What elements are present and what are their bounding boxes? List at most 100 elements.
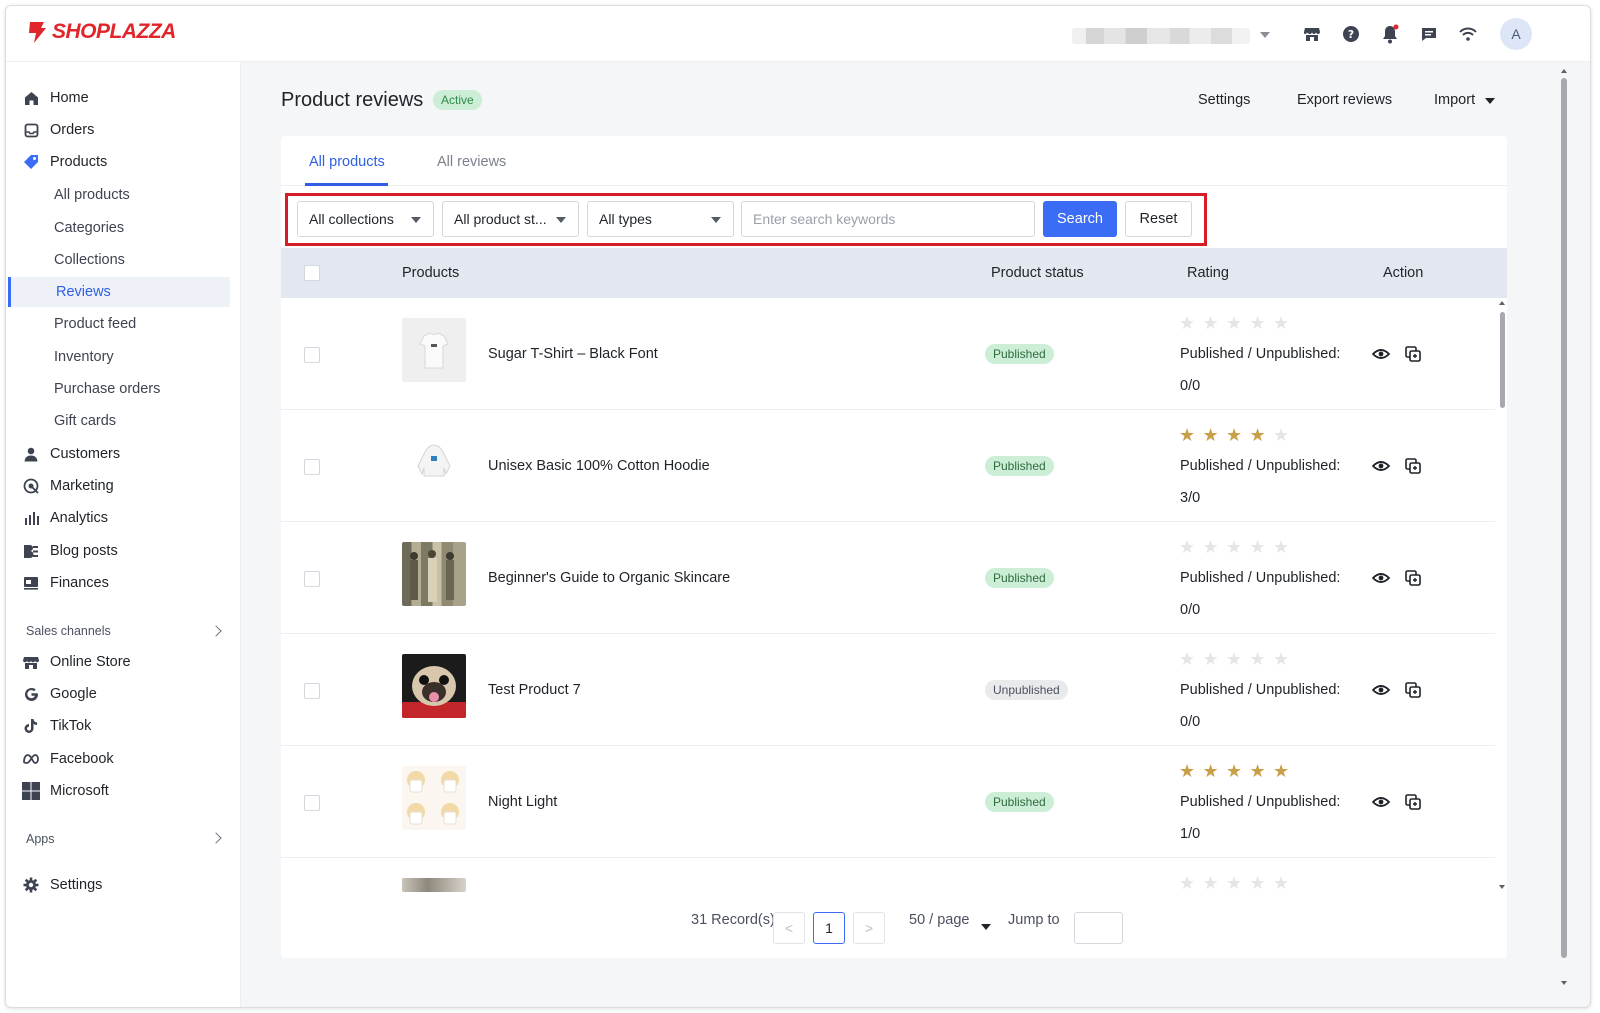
sidebar-subitem-purchase-orders[interactable]: Purchase orders <box>6 374 241 404</box>
copy-icon[interactable] <box>1403 344 1423 364</box>
tab-all-reviews[interactable]: All reviews <box>437 154 506 170</box>
export-reviews-button[interactable]: Export reviews <box>1297 92 1392 108</box>
row-checkbox[interactable] <box>304 347 320 363</box>
tiktok-icon <box>22 717 40 735</box>
rating-stars: ★ ★ ★ ★ ★ <box>1179 537 1297 557</box>
copy-icon[interactable] <box>1403 456 1423 476</box>
column-header-rating: Rating <box>1187 265 1229 281</box>
sidebar-item-marketing[interactable]: Marketing <box>6 471 241 501</box>
storefront-icon <box>22 653 40 671</box>
import-button[interactable]: Import <box>1434 92 1475 108</box>
sidebar-subitem-reviews[interactable]: Reviews <box>8 277 230 307</box>
product-name[interactable]: Sugar T-Shirt – Black Font <box>488 346 658 362</box>
sidebar-subitem-product-feed[interactable]: Product feed <box>6 309 241 339</box>
copy-icon[interactable] <box>1403 680 1423 700</box>
star-filled-icon: ★ <box>1249 425 1266 445</box>
prev-page-button[interactable]: < <box>773 912 805 944</box>
copy-icon[interactable] <box>1403 568 1423 588</box>
chevron-right-icon[interactable] <box>210 832 222 844</box>
chat-icon[interactable] <box>1418 23 1440 45</box>
view-icon[interactable] <box>1371 344 1391 364</box>
product-status-select[interactable]: All product st... <box>442 201 579 237</box>
star-empty-icon: ★ <box>1273 313 1290 333</box>
chevron-down-icon <box>556 217 566 223</box>
select-all-checkbox[interactable] <box>304 265 320 281</box>
chevron-down-icon[interactable] <box>1485 98 1495 104</box>
chevron-down-icon[interactable] <box>981 924 991 930</box>
bell-icon[interactable] <box>1379 23 1401 45</box>
sidebar: Home Orders Products All products Catego… <box>6 62 241 1007</box>
sidebar-item-google[interactable]: Google <box>6 679 241 709</box>
page-size-select[interactable]: 50 / page <box>909 912 969 928</box>
sidebar-subitem-gift-cards[interactable]: Gift cards <box>6 406 241 436</box>
chevron-down-icon[interactable] <box>1260 32 1270 38</box>
column-header-action: Action <box>1383 265 1424 281</box>
reset-button[interactable]: Reset <box>1125 201 1192 237</box>
table-scrollbar[interactable] <box>1497 298 1507 892</box>
top-bar: SHOPLAZZA ? A <box>6 6 1590 62</box>
view-icon[interactable] <box>1371 568 1391 588</box>
sidebar-item-blog-posts[interactable]: Blog posts <box>6 536 241 566</box>
star-empty-icon: ★ <box>1249 649 1266 669</box>
copy-icon[interactable] <box>1403 792 1423 812</box>
product-thumbnail[interactable] <box>402 318 466 382</box>
store-switcher[interactable] <box>1072 28 1250 44</box>
storefront-icon[interactable] <box>1301 23 1323 45</box>
sidebar-item-customers[interactable]: Customers <box>6 439 241 469</box>
product-thumbnail[interactable] <box>402 430 466 494</box>
next-page-button[interactable]: > <box>853 912 885 944</box>
search-input[interactable] <box>741 201 1035 237</box>
row-checkbox[interactable] <box>304 459 320 475</box>
jump-to-input[interactable] <box>1074 912 1123 944</box>
product-name[interactable]: Test Product 7 <box>488 682 581 698</box>
row-checkbox[interactable] <box>304 571 320 587</box>
product-name[interactable]: Night Light <box>488 794 557 810</box>
view-icon[interactable] <box>1371 680 1391 700</box>
product-thumbnail[interactable] <box>402 766 466 830</box>
chevron-right-icon[interactable] <box>210 625 222 637</box>
sidebar-item-orders[interactable]: Orders <box>6 115 241 145</box>
sidebar-subitem-categories[interactable]: Categories <box>6 213 241 243</box>
product-thumbnail[interactable] <box>402 654 466 718</box>
row-checkbox[interactable] <box>304 683 320 699</box>
avatar[interactable]: A <box>1500 18 1532 50</box>
table-row: Sugar T-Shirt – Black Font Published ★ ★ ★… <box>281 298 1495 410</box>
product-name[interactable]: Unisex Basic 100% Cotton Hoodie <box>488 458 710 474</box>
types-select[interactable]: All types <box>587 201 734 237</box>
view-icon[interactable] <box>1371 456 1391 476</box>
view-icon[interactable] <box>1371 792 1391 812</box>
search-button[interactable]: Search <box>1043 201 1117 237</box>
tab-all-products[interactable]: All products <box>309 154 385 170</box>
app-window: SHOPLAZZA ? A Home Orders Products All p… <box>5 5 1591 1008</box>
shoplazza-logo[interactable]: SHOPLAZZA <box>26 20 176 44</box>
rating-stars: ★ ★ ★ ★ ★ <box>1179 761 1297 781</box>
record-count: 31 Record(s) <box>691 912 775 928</box>
sidebar-item-facebook[interactable]: Facebook <box>6 744 241 774</box>
sidebar-subitem-collections[interactable]: Collections <box>6 245 241 275</box>
star-filled-icon: ★ <box>1249 761 1266 781</box>
sidebar-item-products[interactable]: Products <box>6 147 241 177</box>
product-thumbnail[interactable] <box>402 542 466 606</box>
logo-text: SHOPLAZZA <box>52 20 176 43</box>
sidebar-item-finances[interactable]: Finances <box>6 568 241 598</box>
sidebar-item-settings[interactable]: Settings <box>6 870 241 900</box>
star-empty-icon: ★ <box>1273 537 1290 557</box>
sidebar-item-home[interactable]: Home <box>6 83 241 113</box>
person-icon <box>22 445 40 463</box>
wifi-icon[interactable] <box>1457 23 1479 45</box>
product-name[interactable]: Beginner's Guide to Organic Skincare <box>488 570 730 586</box>
sidebar-item-analytics[interactable]: Analytics <box>6 503 241 533</box>
sidebar-subitem-all-products[interactable]: All products <box>6 180 241 210</box>
settings-button[interactable]: Settings <box>1198 92 1250 108</box>
table-row: Night Light Published ★ ★ ★ ★ ★ Published / … <box>281 746 1495 858</box>
page-scrollbar[interactable] <box>1557 62 1571 1007</box>
product-thumbnail[interactable] <box>402 878 466 892</box>
page-1-button[interactable]: 1 <box>813 912 845 944</box>
sidebar-item-online-store[interactable]: Online Store <box>6 647 241 677</box>
sidebar-subitem-inventory[interactable]: Inventory <box>6 342 241 372</box>
collections-select[interactable]: All collections <box>297 201 434 237</box>
sidebar-item-microsoft[interactable]: Microsoft <box>6 776 241 806</box>
row-checkbox[interactable] <box>304 795 320 811</box>
sidebar-item-tiktok[interactable]: TikTok <box>6 711 241 741</box>
help-icon[interactable]: ? <box>1340 23 1362 45</box>
